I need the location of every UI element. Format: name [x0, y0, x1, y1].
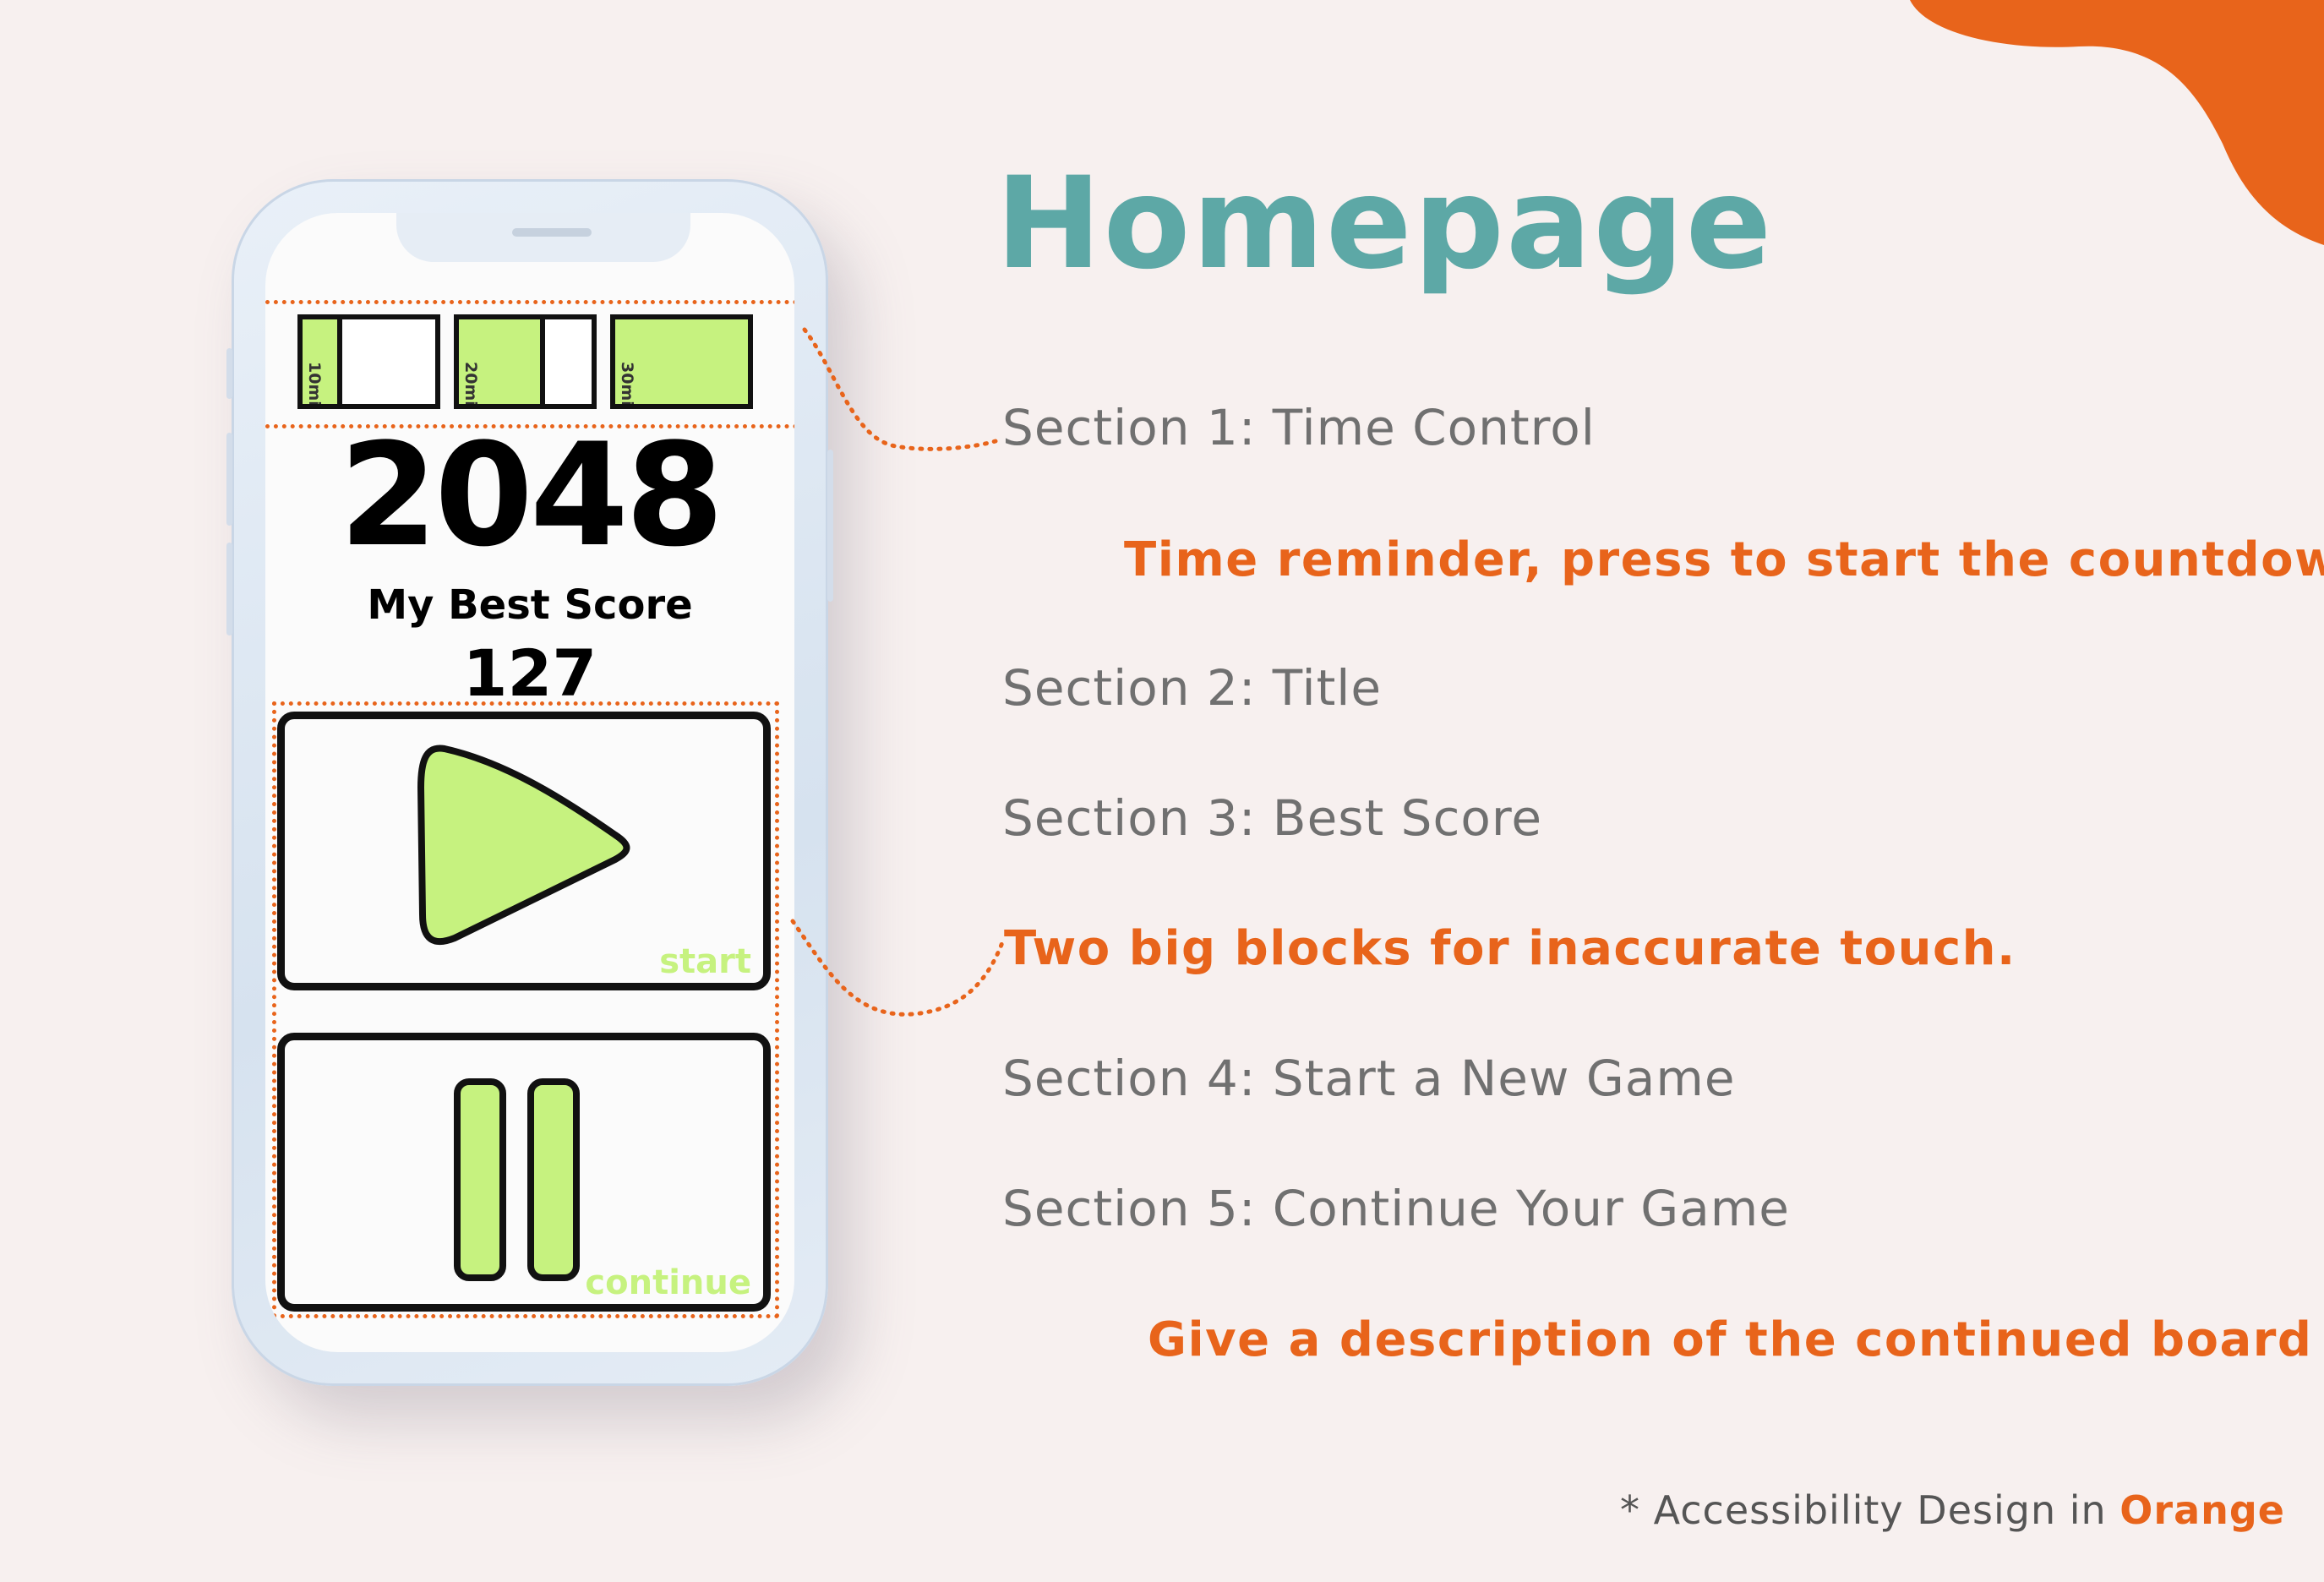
note-time-reminder: Time reminder, press to start the countd… [1124, 532, 2324, 587]
section-2-label: Section 2: Title [1002, 659, 1383, 717]
footnote: * Accessibility Design in Orange [1620, 1487, 2285, 1533]
page-heading: Homepage [996, 150, 1774, 297]
section-3-label: Section 3: Best Score [1002, 789, 1543, 847]
footnote-prefix: * Accessibility Design in [1619, 1487, 2120, 1533]
section-4-label: Section 4: Start a New Game [1002, 1050, 1736, 1107]
footnote-highlight: Orange [2119, 1487, 2285, 1533]
section-5-label: Section 5: Continue Your Game [1002, 1180, 1790, 1237]
note-continued-board: Give a description of the continued boar… [1148, 1312, 2313, 1367]
note-big-blocks: Two big blocks for inaccurate touch. [1004, 921, 2016, 976]
section-1-label: Section 1: Time Control [1002, 399, 1596, 456]
